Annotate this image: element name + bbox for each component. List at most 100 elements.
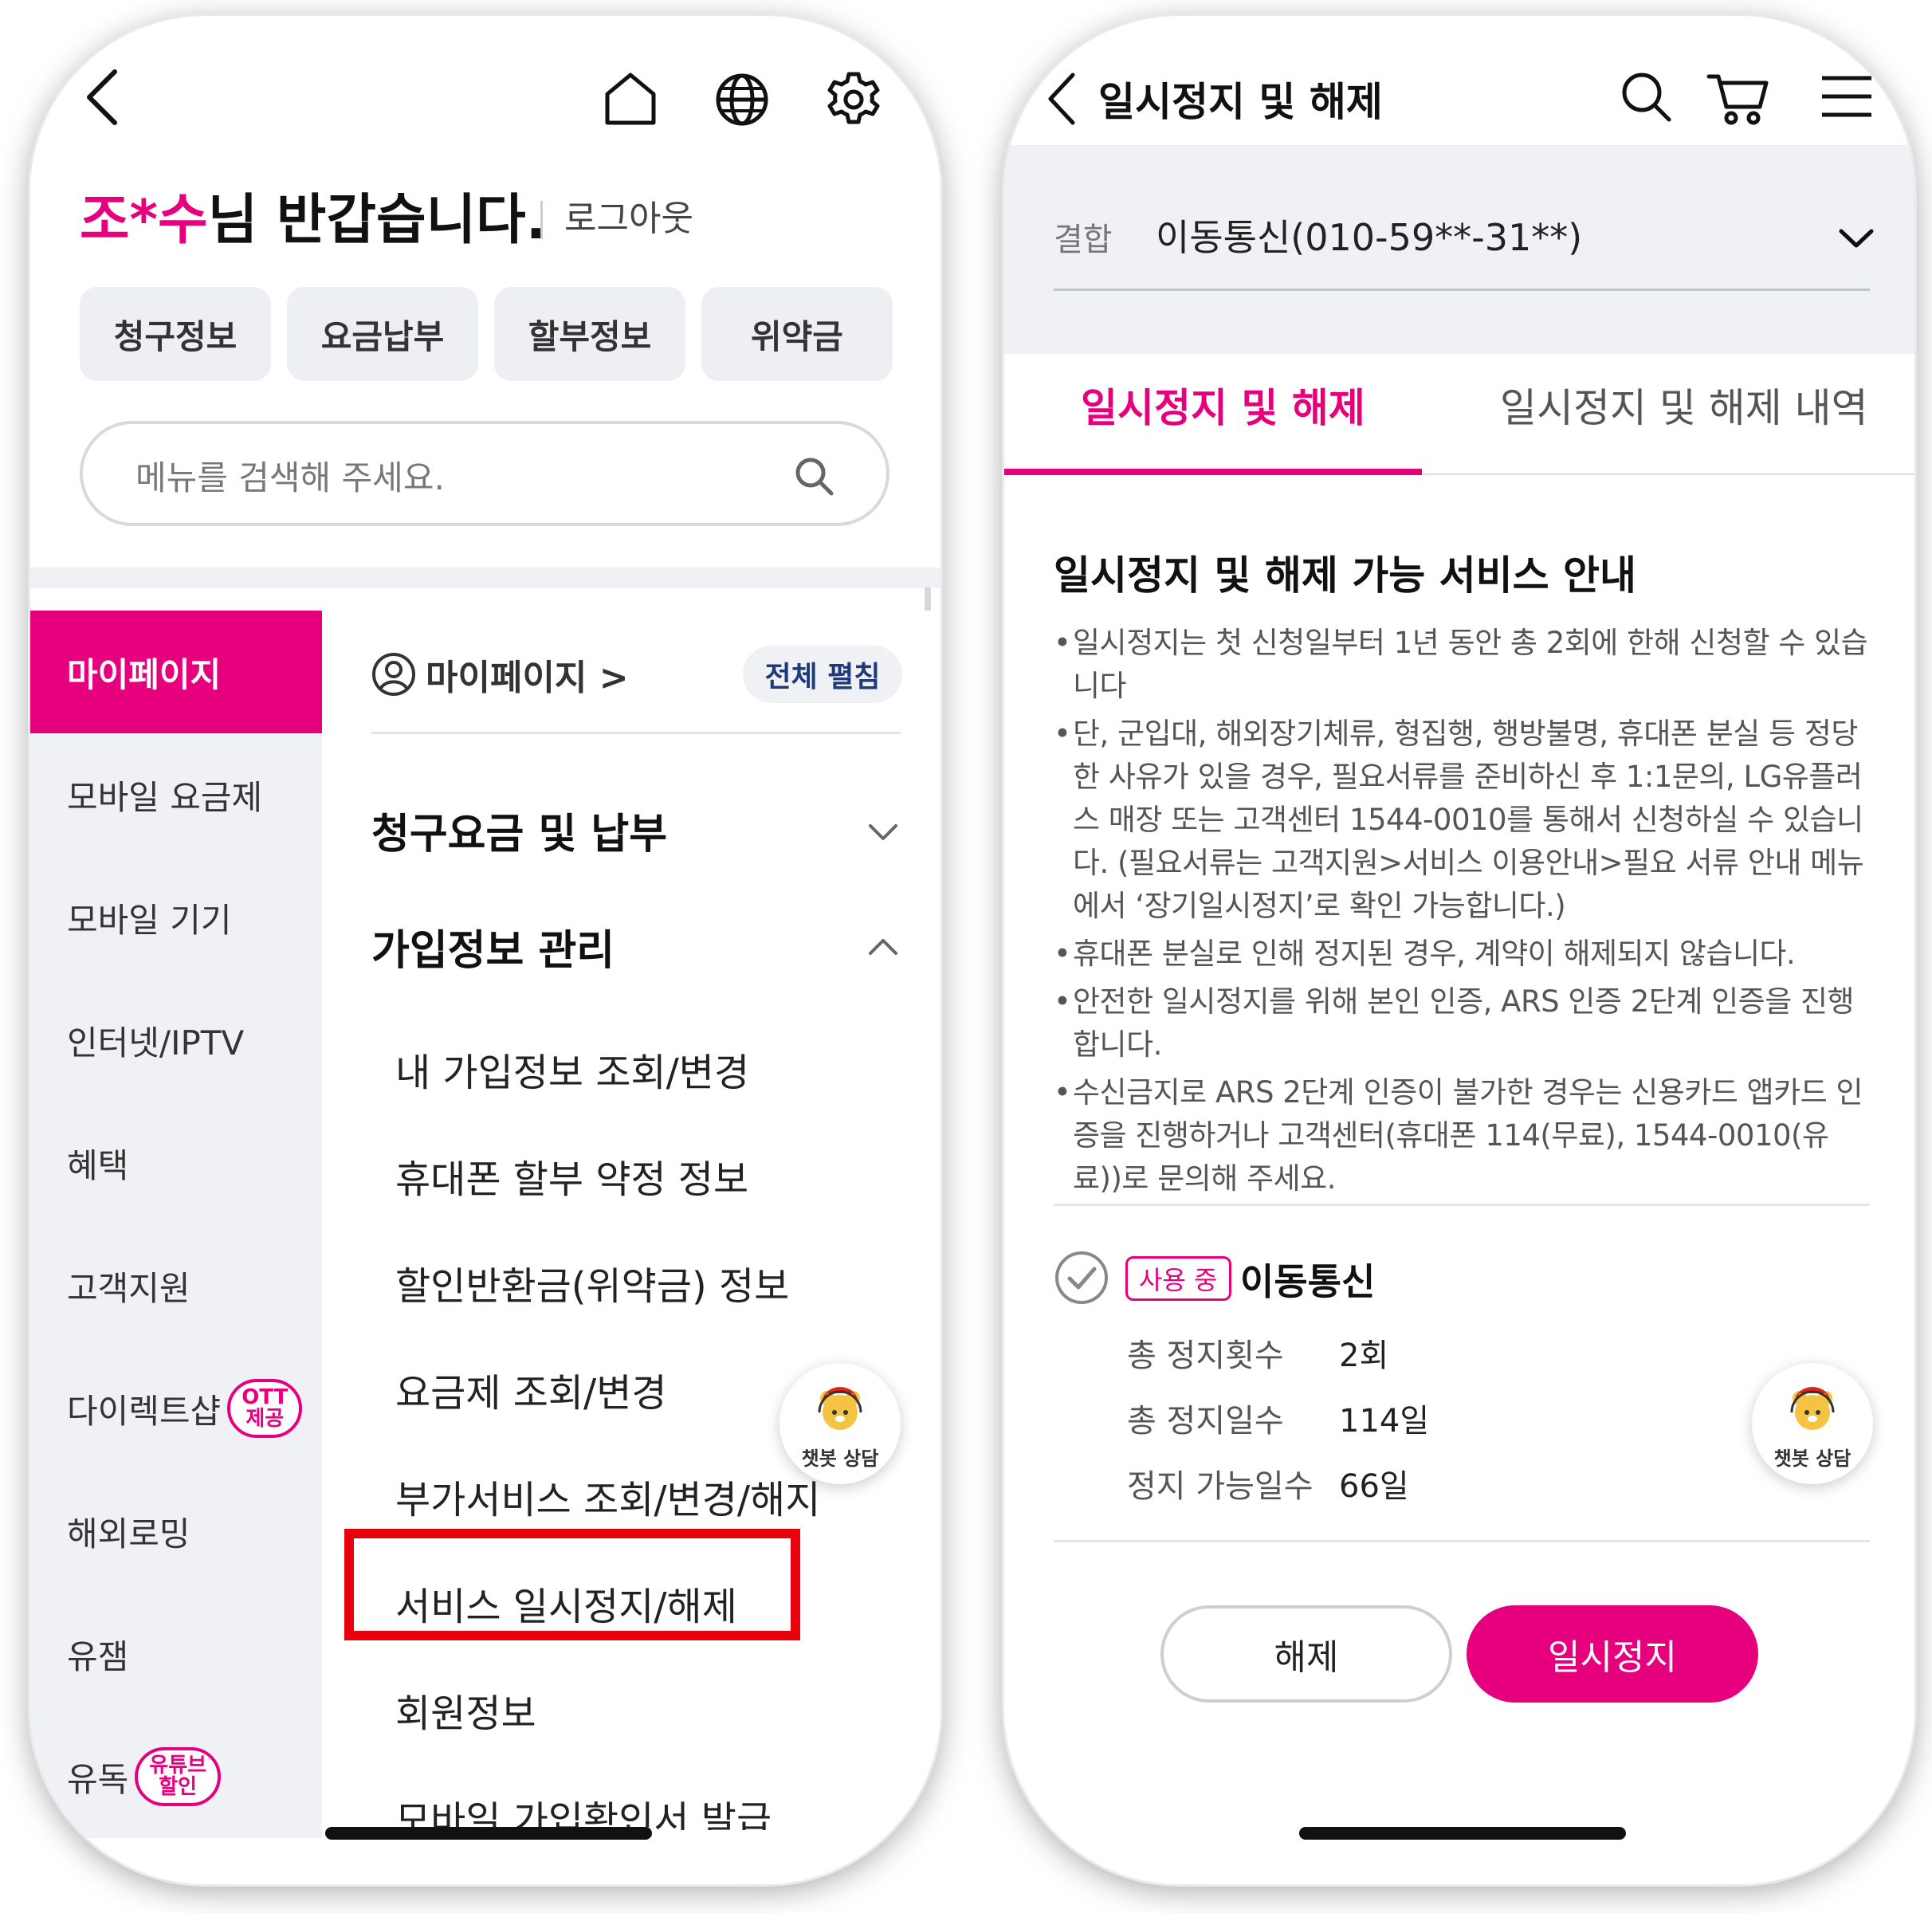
nav-item-yujam[interactable]: 유잼 (30, 1593, 322, 1715)
home-icon[interactable] (601, 70, 660, 129)
back-arrow-icon[interactable] (1043, 69, 1081, 129)
penalty-button[interactable]: 위약금 (701, 287, 893, 381)
nav-item-direct-shop[interactable]: 다이렉트샵 OTT 제공 (30, 1347, 322, 1470)
billing-info-button[interactable]: 청구정보 (80, 287, 271, 381)
search-icon[interactable] (792, 454, 835, 497)
stat-label-total-count: 총 정지횟수 (1127, 1338, 1284, 1374)
line-selector-area: 결합 이동통신(010-59**-31**) (1004, 145, 1914, 354)
nav-item-benefits[interactable]: 혜택 (30, 1102, 322, 1224)
stat-value-total-count: 2회 (1339, 1338, 1389, 1374)
payment-button[interactable]: 요금납부 (287, 287, 478, 381)
nav-item-label: 모바일 기기 (67, 900, 232, 940)
nav-item-internet-iptv[interactable]: 인터넷/IPTV (30, 979, 322, 1102)
nav-item-label: 인터넷/IPTV (67, 1023, 245, 1063)
search-placeholder: 메뉴를 검색해 주세요. (135, 458, 445, 497)
home-indicator[interactable] (1299, 1827, 1626, 1840)
nav-item-label: 유독 (67, 1759, 129, 1799)
stat-label-available-days: 정지 가능일수 (1127, 1468, 1314, 1505)
nav-item-support[interactable]: 고객지원 (30, 1224, 322, 1347)
menu-item-penalty[interactable]: 할인반환금(위약금) 정보 (395, 1255, 789, 1310)
nav-item-label: 고객지원 (67, 1268, 190, 1308)
pause-button[interactable]: 일시정지 (1467, 1605, 1758, 1703)
menu-content-panel: 마이페이지 > 전체 펼침 청구요금 및 납부 가입정보 관리 내 가입정보 조… (322, 611, 940, 1830)
tab-pause-history[interactable]: 일시정지 및 해제 내역 (1500, 376, 1868, 434)
greeting-text: 조*수님 반갑습니다. (80, 175, 547, 254)
info-bullet: 안전한 일시정지를 위해 본인 인증, ARS 인증 2단계 인증을 진행합니다… (1054, 980, 1875, 1066)
logout-link[interactable]: 로그아웃 (564, 190, 693, 241)
nav-item-label: 해외로밍 (67, 1514, 190, 1554)
user-circle-icon (371, 652, 416, 697)
home-indicator[interactable] (325, 1827, 652, 1840)
divider (1054, 1540, 1870, 1542)
accordion-subscription-header[interactable]: 가입정보 관리 (371, 917, 615, 976)
menu-item-certificate[interactable]: 모바일 가입확인서 발급 (395, 1789, 772, 1830)
expand-all-button[interactable]: 전체 펼침 (743, 646, 902, 703)
stat-value-available-days: 66일 (1339, 1468, 1409, 1505)
active-tab-indicator (1004, 469, 1422, 475)
nav-item-label: 유잼 (67, 1636, 129, 1676)
highlight-box (344, 1529, 800, 1640)
menu-search-input[interactable]: 메뉴를 검색해 주세요. (80, 421, 889, 526)
info-bullet-list: 일시정지는 첫 신청일부터 1년 동안 총 2회에 한해 신청할 수 있습니다 … (1054, 622, 1875, 1205)
ott-badge: OTT 제공 (227, 1378, 303, 1439)
hamburger-menu-icon[interactable] (1819, 72, 1875, 121)
user-name: 조*수 (80, 189, 208, 252)
left-category-nav: 마이페이지 모바일 요금제 모바일 기기 인터넷/IPTV 혜택 고객지원 다이… (30, 611, 322, 1838)
menu-item-plan[interactable]: 요금제 조회/변경 (395, 1361, 667, 1417)
chevron-up-icon[interactable] (864, 928, 902, 966)
menu-item-installment[interactable]: 휴대폰 할부 약정 정보 (395, 1148, 748, 1204)
chatbot-mascot-icon (808, 1377, 872, 1441)
info-bullet: 수신금지로 ARS 2단계 인증이 불가한 경우는 신용카드 앱카드 인증을 진… (1054, 1071, 1875, 1200)
chevron-down-icon[interactable] (864, 813, 902, 851)
stat-label-total-days: 총 정지일수 (1127, 1403, 1284, 1440)
divider (540, 201, 543, 239)
info-bullet: 휴대폰 분실로 인해 정지된 경우, 계약이 해제되지 않습니다. (1054, 933, 1875, 976)
badge-line: OTT (242, 1385, 289, 1409)
right-phone-screen: 일시정지 및 해제 결합 이동통신(010-59**-31**) 일시정지 및 … (1004, 16, 1914, 1884)
chatbot-button[interactable]: 챗봇 상담 (779, 1363, 901, 1484)
badge-line: 할인 (159, 1775, 198, 1799)
service-name: 이동통신 (1240, 1260, 1376, 1303)
menu-item-addon[interactable]: 부가서비스 조회/변경/해지 (395, 1468, 820, 1524)
nav-item-label: 마이페이지 (67, 654, 222, 694)
badge-line: 제공 (245, 1407, 285, 1431)
youtube-badge: 유튜브 할인 (135, 1746, 222, 1807)
nav-item-label: 혜택 (67, 1145, 129, 1185)
nav-item-label: 모바일 요금제 (67, 777, 263, 817)
page-title: 일시정지 및 해제 (1098, 79, 1383, 125)
nav-item-roaming[interactable]: 해외로밍 (30, 1470, 322, 1593)
accordion-billing-header[interactable]: 청구요금 및 납부 (371, 800, 667, 860)
info-bullet: 일시정지는 첫 신청일부터 1년 동안 총 2회에 한해 신청할 수 있습니다 (1054, 622, 1875, 708)
divider (1054, 1204, 1870, 1206)
nav-item-mypage[interactable]: 마이페이지 (30, 611, 322, 733)
nav-item-label: 다이렉트샵 (67, 1391, 222, 1431)
greeting-suffix: 님 반갑습니다. (207, 189, 547, 252)
chatbot-label: 챗봇 상담 (1773, 1448, 1852, 1470)
stat-value-total-days: 114일 (1339, 1403, 1430, 1440)
info-bullet: 단, 군입대, 해외장기체류, 형집행, 행방불명, 휴대폰 분실 등 정당한 … (1054, 713, 1875, 928)
check-circle-icon[interactable] (1054, 1250, 1109, 1306)
info-section-title: 일시정지 및 해제 가능 서비스 안내 (1054, 552, 1637, 599)
installment-info-button[interactable]: 할부정보 (494, 287, 685, 381)
settings-gear-icon[interactable] (824, 70, 883, 129)
line-selector-dropdown[interactable]: 이동통신(010-59**-31**) (1156, 209, 1582, 261)
nav-item-yudok[interactable]: 유독 유튜브 할인 (30, 1715, 322, 1838)
badge-line: 유튜브 (149, 1753, 207, 1777)
search-icon[interactable] (1616, 67, 1675, 126)
nav-item-mobile-device[interactable]: 모바일 기기 (30, 856, 322, 979)
globe-icon[interactable] (713, 70, 772, 129)
chatbot-label: 챗봇 상담 (801, 1448, 879, 1470)
release-button[interactable]: 해제 (1160, 1605, 1452, 1703)
tab-pause-release[interactable]: 일시정지 및 해제 (1081, 376, 1365, 434)
menu-item-member-info[interactable]: 회원정보 (395, 1682, 536, 1738)
back-arrow-icon[interactable] (80, 65, 128, 129)
left-phone-screen: 조*수님 반갑습니다. 로그아웃 청구정보 요금납부 할부정보 위약금 메뉴를 … (30, 16, 940, 1884)
status-badge: 사용 중 (1125, 1256, 1231, 1301)
mypage-link[interactable]: 마이페이지 > (426, 649, 629, 700)
cart-icon[interactable] (1706, 65, 1771, 131)
menu-item-subscription-info[interactable]: 내 가입정보 조회/변경 (395, 1041, 749, 1097)
selector-label: 결합 (1054, 222, 1113, 258)
chatbot-button[interactable]: 챗봇 상담 (1752, 1363, 1873, 1484)
nav-item-mobile-plan[interactable]: 모바일 요금제 (30, 733, 322, 856)
chevron-down-icon[interactable] (1836, 218, 1876, 258)
